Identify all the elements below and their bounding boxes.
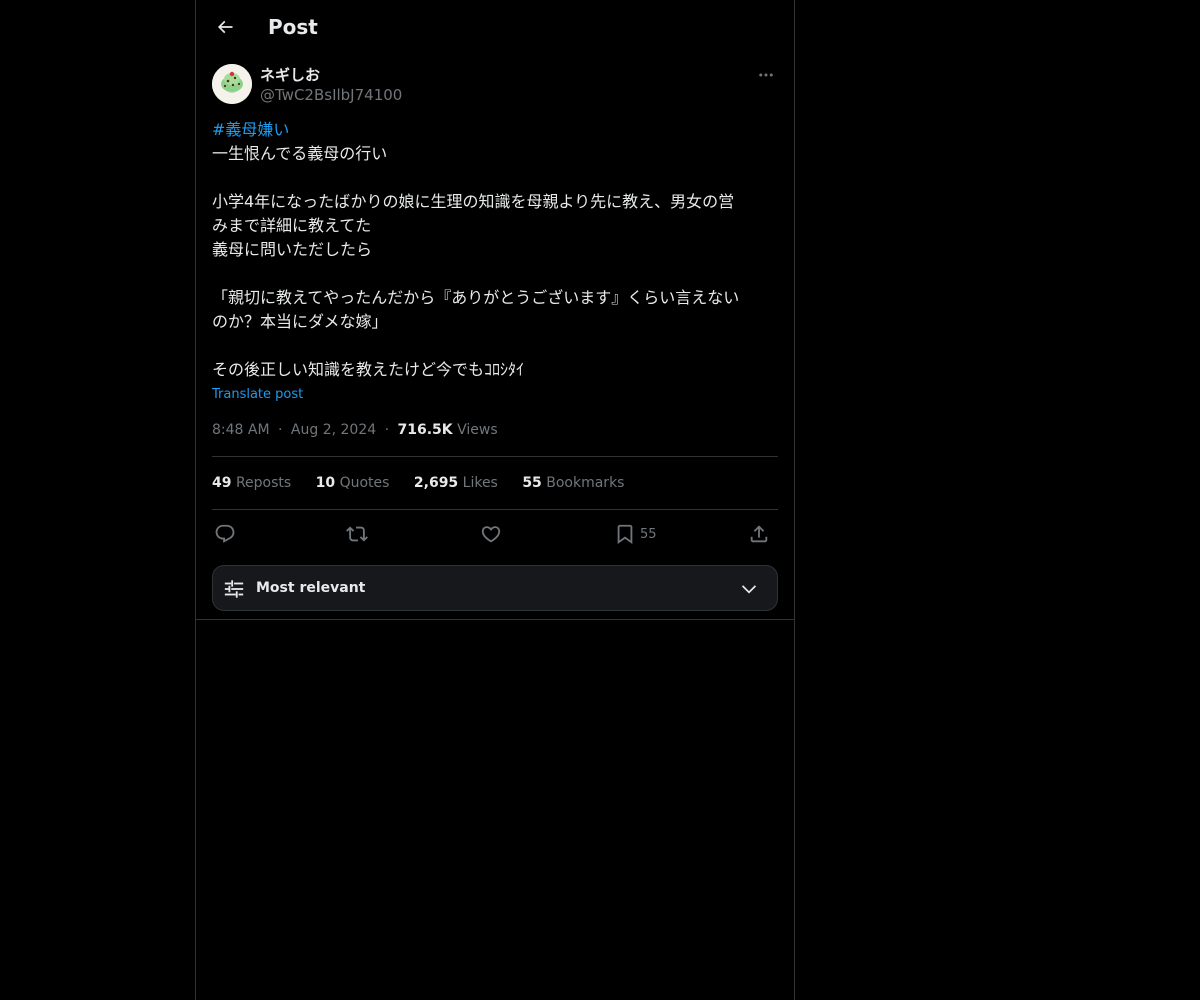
post-meta: 8:48 AM · Aug 2, 2024 · 716.5K Views xyxy=(212,420,498,440)
views-label: Views xyxy=(457,422,498,438)
share-icon xyxy=(750,525,768,543)
heart-icon xyxy=(481,526,501,543)
sliders-icon xyxy=(224,580,244,598)
like-button[interactable] xyxy=(480,518,502,550)
post-line: のか？本当にダメな嫁」 xyxy=(212,312,388,331)
quotes-count: 10 xyxy=(315,475,336,491)
likes-count: 2,695 xyxy=(413,475,459,491)
reposts-stat[interactable]: 49 Reposts xyxy=(212,475,291,491)
chevron-down-icon xyxy=(741,585,757,594)
post-line xyxy=(212,166,778,190)
repost-icon xyxy=(346,526,368,542)
author-display-name[interactable]: ネギしお xyxy=(260,65,320,85)
share-button[interactable] xyxy=(748,518,770,550)
mint-ice-cream-avatar xyxy=(212,64,252,104)
repost-button[interactable] xyxy=(346,518,368,550)
post-line: その後正しい知識を教えたけど今でもｺﾛｼﾀｲ xyxy=(212,360,525,379)
avatar[interactable] xyxy=(212,64,252,104)
page-title: Post xyxy=(268,15,318,39)
post-stats: 49 Reposts 10 Quotes 2,695 Likes 55 Book… xyxy=(212,473,644,493)
divider xyxy=(212,509,778,510)
post-line: 義母に問いただしたら xyxy=(212,240,373,259)
author-handle[interactable]: @TwC2BsIlbJ74100 xyxy=(260,85,402,105)
post-line: 一生恨んでる義母の行い xyxy=(212,144,388,163)
post-line: 小学4年になったばかりの娘に生理の知識を母親より先に教え、男女の営 xyxy=(212,192,735,211)
meta-separator: · xyxy=(278,422,283,438)
post-detail-column: Post ネギしお @TwC2BsIlbJ74100 #義母嫌い 一生恨んでる義… xyxy=(195,0,795,1000)
bookmarks-stat[interactable]: 55 Bookmarks xyxy=(522,475,624,491)
action-bar: 55 xyxy=(212,518,778,550)
post-line: 「親切に教えてやったんだから『ありがとうございます』くらい言えない xyxy=(212,288,740,307)
likes-stat[interactable]: 2,695 Likes xyxy=(414,475,498,491)
bookmark-count: 55 xyxy=(640,526,657,542)
quotes-stat[interactable]: 10 Quotes xyxy=(316,475,390,491)
post-line: みまで詳細に教えてた xyxy=(212,216,372,235)
post-date[interactable]: Aug 2, 2024 xyxy=(291,422,376,438)
page-header: Post xyxy=(196,0,794,54)
sort-replies-dropdown[interactable]: Most relevant xyxy=(212,565,778,611)
quotes-label: Quotes xyxy=(339,475,390,491)
bookmarks-count: 55 xyxy=(522,475,542,491)
bookmark-button[interactable]: 55 xyxy=(614,518,657,550)
more-horizontal-icon xyxy=(759,73,773,77)
sort-label: Most relevant xyxy=(256,580,366,596)
reply-icon xyxy=(215,524,235,543)
reply-button[interactable] xyxy=(214,518,236,550)
more-button[interactable] xyxy=(754,64,778,86)
post-author: ネギしお @TwC2BsIlbJ74100 xyxy=(212,64,778,108)
post-time[interactable]: 8:48 AM xyxy=(212,422,270,438)
reposts-label: Reposts xyxy=(235,475,292,491)
post-line xyxy=(212,334,778,358)
views-count: 716.5K xyxy=(397,422,453,438)
divider xyxy=(196,619,794,620)
bookmarks-label: Bookmarks xyxy=(546,475,625,491)
translate-post-link[interactable]: Translate post xyxy=(212,385,303,405)
likes-label: Likes xyxy=(462,475,498,491)
divider xyxy=(212,456,778,457)
post-line xyxy=(212,262,778,286)
arrow-left-icon xyxy=(217,20,233,34)
reposts-count: 49 xyxy=(212,475,232,491)
hashtag-link[interactable]: #義母嫌い xyxy=(212,120,289,139)
meta-separator: · xyxy=(384,422,390,438)
bookmark-icon xyxy=(617,524,633,545)
post-text: #義母嫌い 一生恨んでる義母の行い 小学4年になったばかりの娘に生理の知識を母親… xyxy=(212,118,778,382)
back-button[interactable] xyxy=(208,10,242,44)
